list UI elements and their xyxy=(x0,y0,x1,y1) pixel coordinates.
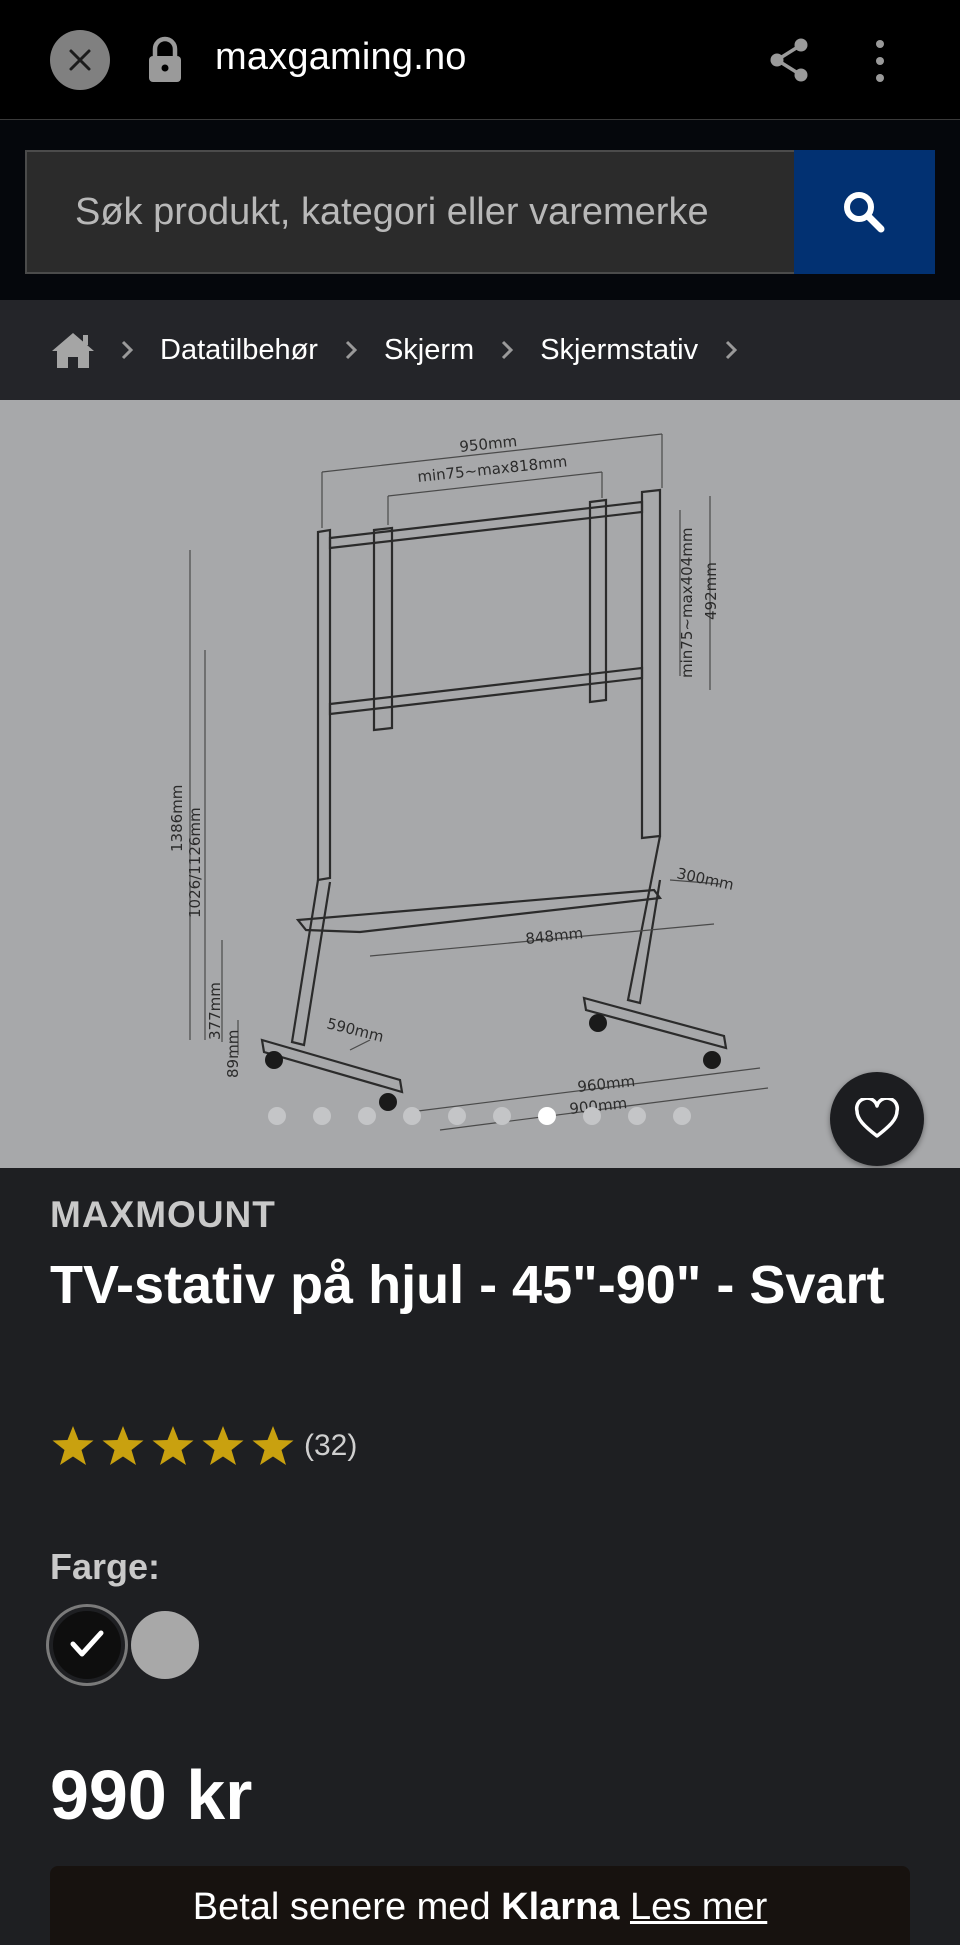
dimension-label: 377mm xyxy=(206,982,224,1040)
carousel-dot[interactable] xyxy=(583,1107,601,1125)
search-input[interactable]: Søk produkt, kategori eller varemerke xyxy=(25,150,794,274)
carousel-dot[interactable] xyxy=(358,1107,376,1125)
chevron-right-icon xyxy=(726,340,738,360)
product-title: TV-stativ på hjul - 45"-90" - Svart xyxy=(50,1255,885,1315)
search-icon xyxy=(844,192,885,233)
star-icon xyxy=(52,1426,94,1465)
product-brand[interactable]: MAXMOUNT xyxy=(50,1194,276,1236)
chevron-right-icon xyxy=(345,340,358,360)
star-icon xyxy=(152,1426,194,1465)
carousel-dot[interactable] xyxy=(673,1107,691,1125)
klarna-prefix: Betal senere med xyxy=(192,1886,502,1928)
klarna-banner: Betal senere med Klarna Les mer xyxy=(50,1866,910,1945)
dimension-label: min75~max818mm xyxy=(417,452,569,486)
browser-toolbar: maxgaming.no xyxy=(0,0,960,120)
star-icon xyxy=(202,1426,244,1465)
breadcrumb-item[interactable]: Skjermstativ xyxy=(540,334,698,367)
chevron-right-icon xyxy=(121,340,134,360)
search-button[interactable] xyxy=(794,150,935,274)
dimension-label: 848mm xyxy=(525,924,584,948)
carousel-dot[interactable] xyxy=(493,1107,511,1125)
carousel-dot[interactable] xyxy=(403,1107,421,1125)
heart-icon xyxy=(854,1098,900,1138)
star-icon xyxy=(252,1426,294,1465)
rating-count: (32) xyxy=(304,1429,358,1462)
dimension-label: 590mm xyxy=(325,1014,385,1045)
rating-stars xyxy=(50,1424,300,1468)
breadcrumb-item[interactable]: Datatilbehør xyxy=(160,334,318,367)
breadcrumb: Datatilbehør Skjerm Skjermstativ xyxy=(0,300,960,400)
checkmark-icon xyxy=(70,1630,104,1657)
product-technical-drawing: 950mm min75~max818mm min75~max404mm 492m… xyxy=(168,432,769,1131)
dimension-label: 950mm xyxy=(459,432,518,456)
carousel-dot[interactable] xyxy=(268,1107,286,1125)
more-vert-icon[interactable] xyxy=(868,38,892,84)
carousel-dot[interactable] xyxy=(538,1107,556,1125)
share-icon[interactable] xyxy=(768,36,812,84)
dimension-label: 960mm xyxy=(577,1072,636,1096)
product-image-carousel[interactable]: 950mm min75~max818mm min75~max404mm 492m… xyxy=(0,400,960,1168)
chevron-right-icon xyxy=(502,340,514,360)
dimension-label: 1386mm xyxy=(168,785,186,852)
carousel-dot[interactable] xyxy=(313,1107,331,1125)
carousel-dot[interactable] xyxy=(628,1107,646,1125)
breadcrumb-item[interactable]: Skjerm xyxy=(384,334,474,367)
color-swatch-grey[interactable] xyxy=(131,1611,199,1679)
dimension-label: 300mm xyxy=(675,864,735,894)
color-swatch-black[interactable] xyxy=(53,1611,121,1679)
dimension-label: 1026/1126mm xyxy=(186,807,204,918)
star-icon xyxy=(102,1426,144,1465)
search-bar: Søk produkt, kategori eller varemerke xyxy=(0,120,960,300)
product-rating[interactable]: (32) xyxy=(50,1423,357,1469)
lock-icon xyxy=(149,36,181,82)
product-price: 990 kr xyxy=(50,1756,253,1834)
dimension-label: min75~max404mm xyxy=(678,528,696,678)
close-tab-button[interactable] xyxy=(50,30,110,90)
favorite-button[interactable] xyxy=(830,1072,924,1166)
url-text[interactable]: maxgaming.no xyxy=(215,36,467,79)
klarna-read-more-link[interactable]: Les mer xyxy=(630,1886,767,1928)
close-icon xyxy=(69,49,91,71)
dimension-label: 492mm xyxy=(702,562,720,620)
klarna-logo-text: Klarna xyxy=(501,1886,620,1928)
carousel-dot[interactable] xyxy=(448,1107,466,1125)
dimension-label: 89mm xyxy=(224,1030,242,1078)
home-icon[interactable] xyxy=(50,330,96,370)
color-label: Farge: xyxy=(50,1546,161,1587)
